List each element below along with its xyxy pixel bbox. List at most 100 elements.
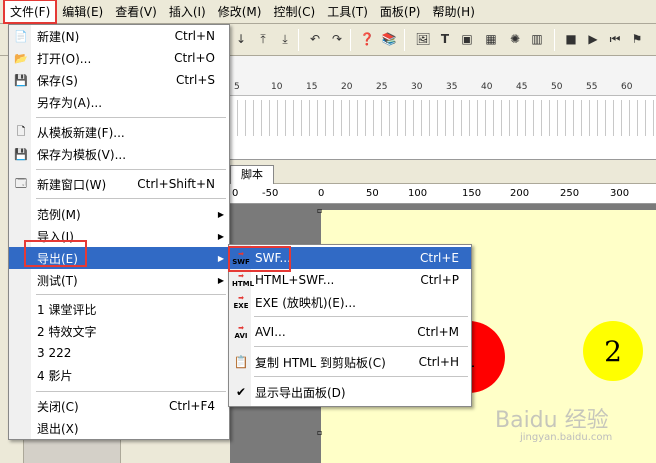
menu-panels[interactable]: 面板(P) [374,0,427,23]
align-bottom-icon[interactable]: ⤓ [276,30,294,48]
ruler-number: 300 [610,188,630,199]
menu-item-recent-4[interactable]: 4 影片 [9,364,229,386]
open-folder-icon: 📂 [14,51,28,65]
ruler-number: 100 [408,188,428,199]
ruler-number: 250 [560,188,580,199]
tab-script[interactable]: 脚本 [230,165,274,184]
stage-ruler: 0 -50 0 50 100 150 200 250 300 [230,184,656,204]
clipboard-icon: 📋 [233,355,249,369]
submenu-arrow-icon: ▶ [217,231,224,241]
new-file-icon: 📄 [14,29,28,43]
image-insert-icon[interactable]: 🖼 [414,30,432,48]
menu-separator [36,198,226,199]
menu-item-new[interactable]: 📄 新建(N) Ctrl+N [9,25,229,47]
submenu-item-avi[interactable]: ➡ AVI AVI... Ctrl+M [229,321,471,343]
menu-edit[interactable]: 编辑(E) [56,0,109,23]
menu-modify[interactable]: 修改(M) [212,0,268,23]
submenu-item-copy-html[interactable]: 📋 复制 HTML 到剪贴板(C) Ctrl+H [229,351,471,373]
effect-icon[interactable]: ✺ [506,30,524,48]
save-template-icon: 💾 [14,147,28,161]
ruler-number: 200 [510,188,530,199]
undo-icon[interactable]: ↶ [306,30,324,48]
film-icon[interactable]: ▥ [528,30,546,48]
ruler-number: 0 [318,188,325,199]
menu-item-save-as[interactable]: 另存为(A)... [9,91,229,113]
frame-number: 30 [411,82,423,92]
menu-separator [254,376,468,377]
menu-view[interactable]: 查看(V) [109,0,163,23]
menu-tools[interactable]: 工具(T) [321,0,374,23]
submenu-item-html-swf[interactable]: ➡ HTML HTML+SWF... Ctrl+P [229,269,471,291]
frame-number: 10 [271,82,283,92]
test-movie-icon[interactable]: ⚑ [628,30,646,48]
arrow-down-icon[interactable]: ↓ [232,30,250,48]
menu-item-new-window[interactable]: 🗔 新建窗口(W) Ctrl+Shift+N [9,173,229,195]
frame-number: 60 [621,82,633,92]
frame-number: 15 [306,82,318,92]
menu-item-samples[interactable]: 范例(M) ▶ [9,203,229,225]
scene-icon[interactable]: ▦ [482,30,500,48]
menu-file[interactable]: 文件(F) [2,0,58,24]
menu-item-recent-3[interactable]: 3 222 [9,342,229,364]
goto-start-icon[interactable]: ⏮ [606,30,624,48]
exe-icon: ➡ EXE [233,294,249,310]
watermark-url: jingyan.baidu.com [520,432,613,443]
menu-separator [36,117,226,118]
avi-icon: ➡ AVI [234,324,248,340]
menu-item-save[interactable]: 💾 保存(S) Ctrl+S [9,69,229,91]
menu-item-recent-1[interactable]: 1 课堂评比 [9,298,229,320]
html-icon: ➡ HTML [232,272,255,288]
frame-number: 45 [516,82,528,92]
frame-number: 20 [341,82,353,92]
play-icon[interactable]: ▶ [584,30,602,48]
align-top-icon[interactable]: ⤒ [254,30,272,48]
menu-separator [36,294,226,295]
ruler-number: 150 [462,188,482,199]
submenu-arrow-icon: ▶ [217,209,224,219]
text-tool-icon[interactable]: T [436,30,454,48]
frame-number: 50 [551,82,563,92]
save-icon: 💾 [14,73,28,87]
ruler-number: -50 [262,188,279,199]
watermark: Baidu 经验 [495,408,609,433]
resize-handle-icon[interactable]: ▫ [317,206,322,215]
menu-item-exit[interactable]: 退出(X) [9,417,229,439]
frame-number: 5 [234,82,240,92]
menu-item-recent-2[interactable]: 2 特效文字 [9,320,229,342]
menu-separator [36,169,226,170]
timeline-frames[interactable] [230,100,656,136]
circle-2-label: 2 [604,334,622,368]
menu-help[interactable]: 帮助(H) [427,0,481,23]
template-new-icon: 🗋 [16,124,26,138]
frame-number: 35 [446,82,458,92]
help-cursor-icon[interactable]: ❓ [358,30,376,48]
stop-icon[interactable]: ■ [562,30,580,48]
menu-bar: 文件(F) 编辑(E) 查看(V) 插入(I) 修改(M) 控制(C) 工具(T… [0,0,656,24]
frame-number: 55 [586,82,598,92]
library-icon[interactable]: 📚 [380,30,398,48]
ruler-number: 0 [232,188,239,199]
new-window-icon: 🗔 [15,176,27,190]
ruler-number: 50 [366,188,379,199]
frame-number: 25 [376,82,388,92]
menu-item-test[interactable]: 测试(T) ▶ [9,269,229,291]
picture-icon[interactable]: ▣ [458,30,476,48]
menu-item-close[interactable]: 关闭(C) Ctrl+F4 [9,395,229,417]
menu-control[interactable]: 控制(C) [267,0,321,23]
menu-separator [254,346,468,347]
menu-separator [254,316,468,317]
menu-insert[interactable]: 插入(I) [163,0,212,23]
menu-item-new-from-template[interactable]: 🗋 从模板新建(F)... [9,121,229,143]
submenu-item-exe[interactable]: ➡ EXE EXE (放映机)(E)... [229,291,471,313]
submenu-arrow-icon: ▶ [217,253,224,263]
redo-icon[interactable]: ↷ [328,30,346,48]
highlight-box [24,240,87,267]
checkmark-icon: ✔ [235,385,247,399]
yellow-circle[interactable]: 2 [583,321,643,381]
resize-handle-icon[interactable]: ▫ [317,428,322,437]
menu-item-save-as-template[interactable]: 💾 保存为模板(V)... [9,143,229,165]
menu-separator [36,391,226,392]
submenu-arrow-icon: ▶ [217,275,224,285]
menu-item-open[interactable]: 📂 打开(O)... Ctrl+O [9,47,229,69]
submenu-item-show-export-panel[interactable]: ✔ 显示导出面板(D) [229,381,471,403]
